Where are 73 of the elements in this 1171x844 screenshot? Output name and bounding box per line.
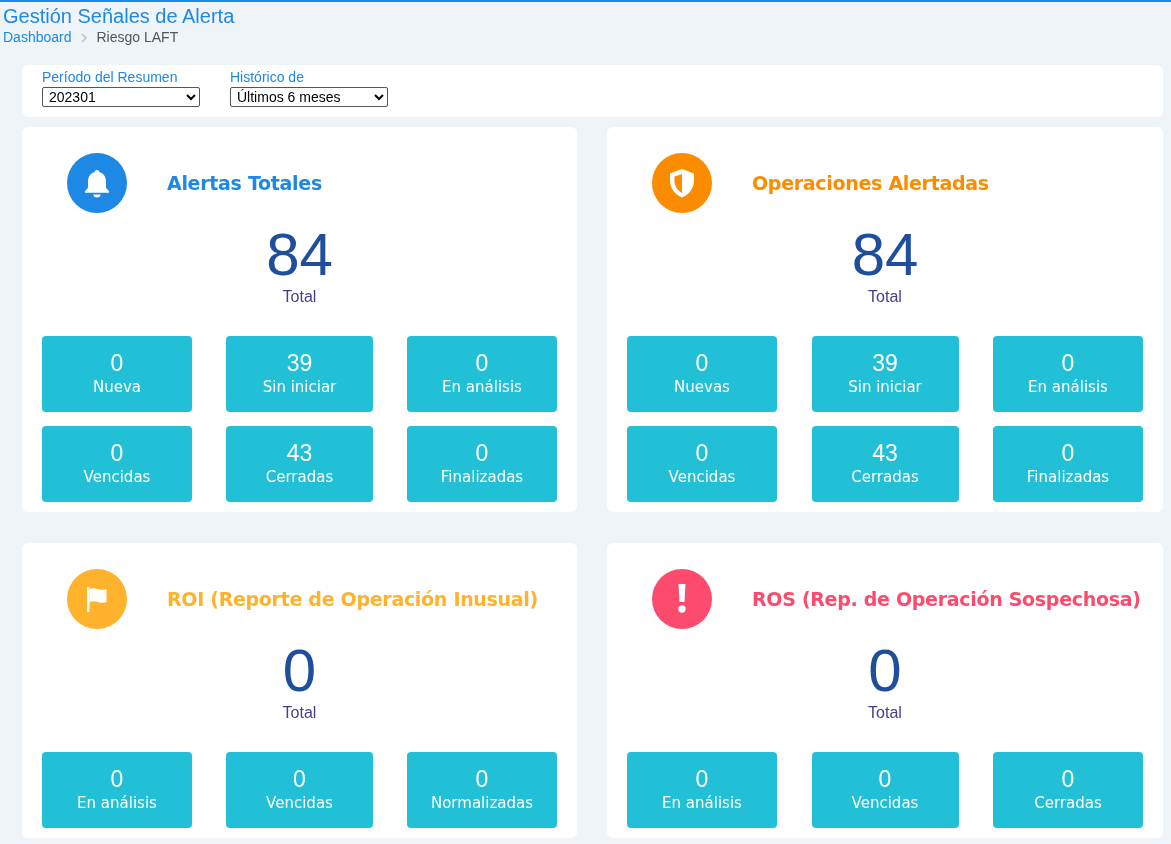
card-title: ROI (Reporte de Operación Inusual) xyxy=(167,586,538,612)
tile-count: 0 xyxy=(110,440,124,466)
total-label: Total xyxy=(867,703,903,723)
status-tile[interactable]: 39 Sin iniciar xyxy=(811,336,959,412)
status-tile[interactable]: 0 Finalizadas xyxy=(407,426,557,502)
breadcrumb-current: Riesgo LAFT xyxy=(96,29,179,45)
breadcrumb-link[interactable]: Dashboard xyxy=(3,29,72,45)
tile-label: Cerradas xyxy=(265,467,334,488)
status-tile[interactable]: 0 Nueva xyxy=(42,336,192,412)
card-title: Operaciones Alertadas xyxy=(752,170,989,196)
status-tile[interactable]: 0 En análisis xyxy=(42,752,192,828)
tile-count: 0 xyxy=(878,766,892,792)
total-label: Total xyxy=(281,703,318,723)
status-tile[interactable]: 39 Sin iniciar xyxy=(226,336,373,412)
tile-count: 39 xyxy=(286,350,313,376)
tile-count: 0 xyxy=(475,350,489,376)
card-title: ROS (Rep. de Operación Sospechosa) xyxy=(752,586,1141,612)
status-tile[interactable]: 0 Normalizadas xyxy=(407,752,557,828)
status-tile[interactable]: 43 Cerradas xyxy=(226,426,373,502)
tile-count: 0 xyxy=(110,350,124,376)
status-tile[interactable]: 0 Vencidas xyxy=(226,752,373,828)
tile-count: 0 xyxy=(475,440,489,466)
tile-count: 0 xyxy=(293,766,306,792)
tile-label: Nuevas xyxy=(674,377,730,398)
tile-label: Vencidas xyxy=(668,467,736,488)
tile-count: 0 xyxy=(475,766,489,792)
status-tile[interactable]: 0 En análisis xyxy=(993,336,1143,412)
status-tile[interactable]: 0 En análisis xyxy=(627,752,777,828)
tile-count: 43 xyxy=(286,440,313,466)
tile-label: Vencidas xyxy=(851,793,919,814)
status-tile[interactable]: 0 Vencidas xyxy=(42,426,192,502)
tile-label: Cerradas xyxy=(1034,793,1102,814)
tile-label: En análisis xyxy=(442,377,522,398)
select-field[interactable]: Últimos 6 meses xyxy=(230,87,388,107)
card-title: Alertas Totales xyxy=(167,170,322,196)
tile-count: 39 xyxy=(872,350,898,376)
select-field[interactable]: 202301 xyxy=(42,87,200,107)
filter-label: Período del Resumen xyxy=(42,69,179,85)
tile-label: Vencidas xyxy=(266,793,333,814)
tile-label: Vencidas xyxy=(83,467,151,488)
total-count: 84 xyxy=(850,223,920,287)
status-tile[interactable]: 0 Finalizadas xyxy=(993,426,1143,502)
filter-label: Histórico de xyxy=(230,69,305,85)
tile-label: Finalizadas xyxy=(440,467,524,488)
total-label: Total xyxy=(867,287,903,307)
status-tile[interactable]: 0 Cerradas xyxy=(993,752,1143,828)
tile-count: 43 xyxy=(872,440,898,466)
total-count: 0 xyxy=(281,639,318,703)
tile-count: 0 xyxy=(1061,440,1075,466)
status-tile[interactable]: 0 Nuevas xyxy=(627,336,777,412)
total-count: 0 xyxy=(867,639,903,703)
status-tile[interactable]: 43 Cerradas xyxy=(811,426,959,502)
tile-label: En análisis xyxy=(1028,377,1108,398)
tile-label: Nueva xyxy=(93,377,141,398)
total-label: Total xyxy=(281,287,318,307)
tile-count: 0 xyxy=(110,766,124,792)
status-tile[interactable]: 0 Vencidas xyxy=(627,426,777,502)
tile-count: 0 xyxy=(695,766,709,792)
tile-label: Normalizadas xyxy=(430,793,533,814)
tile-count: 0 xyxy=(695,350,709,376)
tile-label: Cerradas xyxy=(851,467,919,488)
tile-count: 0 xyxy=(1061,350,1075,376)
tile-label: Finalizadas xyxy=(1026,467,1110,488)
tile-label: En análisis xyxy=(77,793,157,814)
tile-label: En análisis xyxy=(662,793,742,814)
tile-count: 0 xyxy=(695,440,709,466)
tile-label: Sin iniciar xyxy=(262,377,337,398)
status-tile[interactable]: 0 Vencidas xyxy=(811,752,959,828)
tile-label: Sin iniciar xyxy=(848,377,922,398)
tile-count: 0 xyxy=(1061,766,1075,792)
total-count: 84 xyxy=(265,223,334,287)
status-tile[interactable]: 0 En análisis xyxy=(407,336,557,412)
page-title: Gestión Señales de Alerta xyxy=(2,4,236,28)
